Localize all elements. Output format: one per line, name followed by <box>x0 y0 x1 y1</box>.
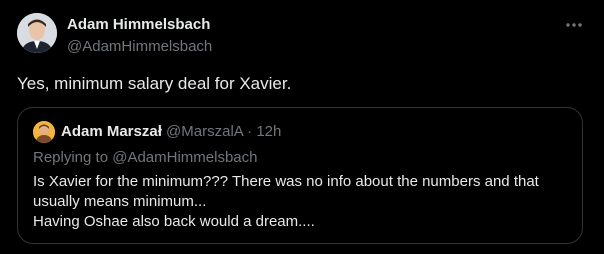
quote-text-line: usually means minimum... <box>33 193 207 210</box>
quote-text: Is Xavier for the minimum??? There was n… <box>33 172 573 232</box>
author-handle[interactable]: @AdamHimmelsbach <box>67 37 212 57</box>
tweet: Adam Himmelsbach @AdamHimmelsbach Yes, m… <box>0 0 604 254</box>
quote-text-line: Is Xavier for the minimum??? There was n… <box>33 173 539 190</box>
quote-author-handle[interactable]: @MarszalA <box>166 123 243 140</box>
quote-timestamp[interactable]: 12h <box>256 123 281 140</box>
replying-to-text: Replying to @AdamHimmelsbach <box>33 149 258 166</box>
author-avatar-image <box>17 13 57 53</box>
ellipsis-icon <box>566 23 582 27</box>
tweet-text: Yes, minimum salary deal for Xavier. <box>17 74 292 93</box>
quote-text-line: Having Oshae also back would a dream.... <box>33 213 315 230</box>
quote-separator: · <box>247 123 253 140</box>
more-options-button[interactable] <box>560 14 588 36</box>
quote-author-avatar-image <box>33 121 55 143</box>
quoted-tweet[interactable]: Adam Marszał @MarszalA · 12h Replying to… <box>17 107 583 244</box>
author-avatar[interactable] <box>17 13 57 53</box>
quote-author-name[interactable]: Adam Marszał <box>61 123 162 140</box>
quote-author-avatar[interactable] <box>33 121 55 143</box>
quote-header: Adam Marszał @MarszalA · 12h <box>61 122 281 142</box>
author-name[interactable]: Adam Himmelsbach <box>67 15 210 35</box>
